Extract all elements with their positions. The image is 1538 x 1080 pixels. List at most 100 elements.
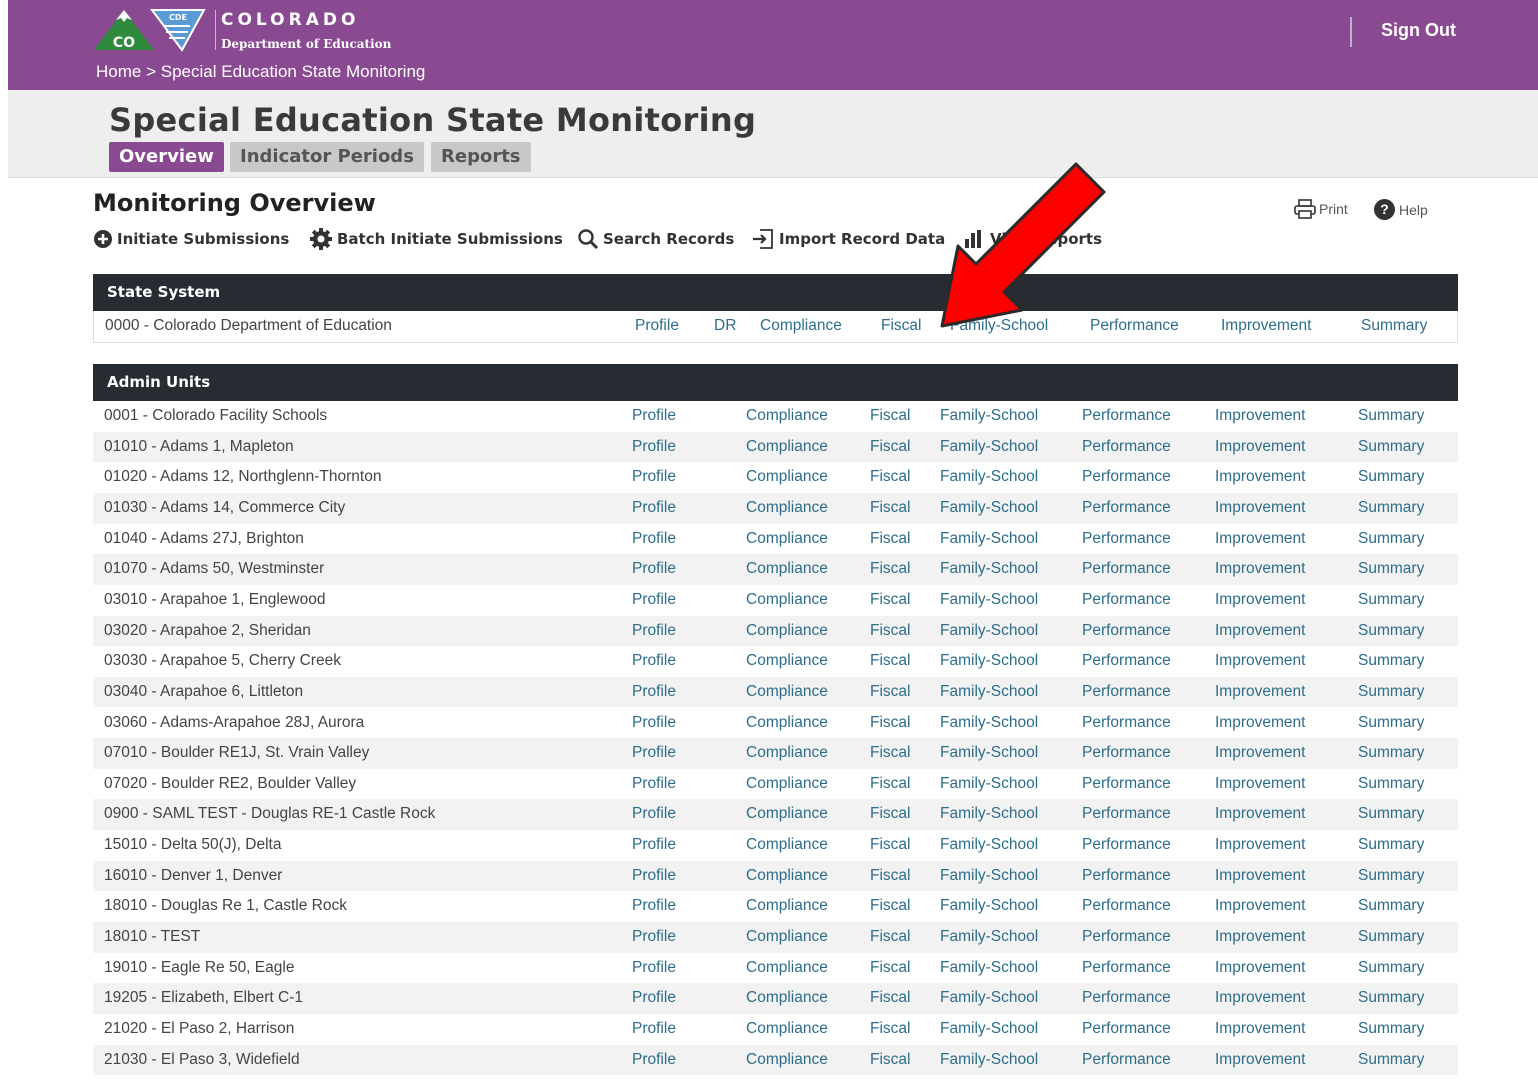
help-button[interactable]: ? Help xyxy=(1374,199,1428,220)
improvement-link[interactable]: Improvement xyxy=(1215,616,1305,647)
fiscal-link[interactable]: Fiscal xyxy=(870,493,910,524)
profile-link[interactable]: Profile xyxy=(632,891,676,922)
breadcrumb-current[interactable]: Special Education State Monitoring xyxy=(161,62,426,81)
performance-link[interactable]: Performance xyxy=(1082,708,1171,739)
performance-link[interactable]: Performance xyxy=(1082,953,1171,984)
compliance-link[interactable]: Compliance xyxy=(746,708,828,739)
compliance-link[interactable]: Compliance xyxy=(746,401,828,432)
improvement-link[interactable]: Improvement xyxy=(1215,1014,1305,1045)
profile-link[interactable]: Profile xyxy=(632,799,676,830)
summary-link[interactable]: Summary xyxy=(1358,554,1424,585)
performance-link[interactable]: Performance xyxy=(1082,677,1171,708)
family-school-link[interactable]: Family-School xyxy=(940,585,1038,616)
family-school-link[interactable]: Family-School xyxy=(940,493,1038,524)
state-improvement-link[interactable]: Improvement xyxy=(1221,317,1311,335)
performance-link[interactable]: Performance xyxy=(1082,524,1171,555)
summary-link[interactable]: Summary xyxy=(1358,1045,1424,1076)
state-summary-link[interactable]: Summary xyxy=(1361,317,1427,335)
compliance-link[interactable]: Compliance xyxy=(746,677,828,708)
compliance-link[interactable]: Compliance xyxy=(746,585,828,616)
summary-link[interactable]: Summary xyxy=(1358,432,1424,463)
improvement-link[interactable]: Improvement xyxy=(1215,708,1305,739)
summary-link[interactable]: Summary xyxy=(1358,983,1424,1014)
summary-link[interactable]: Summary xyxy=(1358,524,1424,555)
state-performance-link[interactable]: Performance xyxy=(1090,317,1179,335)
import-record-data-button[interactable]: Import Record Data xyxy=(751,228,945,250)
fiscal-link[interactable]: Fiscal xyxy=(870,922,910,953)
fiscal-link[interactable]: Fiscal xyxy=(870,769,910,800)
family-school-link[interactable]: Family-School xyxy=(940,1045,1038,1076)
improvement-link[interactable]: Improvement xyxy=(1215,861,1305,892)
compliance-link[interactable]: Compliance xyxy=(746,953,828,984)
summary-link[interactable]: Summary xyxy=(1358,585,1424,616)
fiscal-link[interactable]: Fiscal xyxy=(870,677,910,708)
compliance-link[interactable]: Compliance xyxy=(746,616,828,647)
summary-link[interactable]: Summary xyxy=(1358,401,1424,432)
performance-link[interactable]: Performance xyxy=(1082,493,1171,524)
state-fiscal-link[interactable]: Fiscal xyxy=(881,317,921,335)
state-compliance-link[interactable]: Compliance xyxy=(760,317,842,335)
performance-link[interactable]: Performance xyxy=(1082,401,1171,432)
improvement-link[interactable]: Improvement xyxy=(1215,677,1305,708)
summary-link[interactable]: Summary xyxy=(1358,493,1424,524)
improvement-link[interactable]: Improvement xyxy=(1215,738,1305,769)
profile-link[interactable]: Profile xyxy=(632,401,676,432)
tab-overview[interactable]: Overview xyxy=(109,142,224,172)
summary-link[interactable]: Summary xyxy=(1358,799,1424,830)
improvement-link[interactable]: Improvement xyxy=(1215,830,1305,861)
family-school-link[interactable]: Family-School xyxy=(940,616,1038,647)
improvement-link[interactable]: Improvement xyxy=(1215,524,1305,555)
family-school-link[interactable]: Family-School xyxy=(940,401,1038,432)
fiscal-link[interactable]: Fiscal xyxy=(870,983,910,1014)
improvement-link[interactable]: Improvement xyxy=(1215,983,1305,1014)
fiscal-link[interactable]: Fiscal xyxy=(870,1014,910,1045)
improvement-link[interactable]: Improvement xyxy=(1215,646,1305,677)
sign-out-link[interactable]: Sign Out xyxy=(1381,20,1456,41)
compliance-link[interactable]: Compliance xyxy=(746,554,828,585)
compliance-link[interactable]: Compliance xyxy=(746,462,828,493)
performance-link[interactable]: Performance xyxy=(1082,799,1171,830)
family-school-link[interactable]: Family-School xyxy=(940,769,1038,800)
family-school-link[interactable]: Family-School xyxy=(940,524,1038,555)
fiscal-link[interactable]: Fiscal xyxy=(870,616,910,647)
performance-link[interactable]: Performance xyxy=(1082,646,1171,677)
profile-link[interactable]: Profile xyxy=(632,769,676,800)
profile-link[interactable]: Profile xyxy=(632,922,676,953)
print-button[interactable]: Print xyxy=(1293,199,1348,219)
state-family-school-link[interactable]: Family-School xyxy=(950,317,1048,335)
profile-link[interactable]: Profile xyxy=(632,677,676,708)
performance-link[interactable]: Performance xyxy=(1082,738,1171,769)
profile-link[interactable]: Profile xyxy=(632,953,676,984)
improvement-link[interactable]: Improvement xyxy=(1215,799,1305,830)
improvement-link[interactable]: Improvement xyxy=(1215,554,1305,585)
profile-link[interactable]: Profile xyxy=(632,830,676,861)
family-school-link[interactable]: Family-School xyxy=(940,677,1038,708)
performance-link[interactable]: Performance xyxy=(1082,861,1171,892)
family-school-link[interactable]: Family-School xyxy=(940,432,1038,463)
fiscal-link[interactable]: Fiscal xyxy=(870,432,910,463)
summary-link[interactable]: Summary xyxy=(1358,953,1424,984)
search-records-button[interactable]: Search Records xyxy=(577,228,734,250)
improvement-link[interactable]: Improvement xyxy=(1215,432,1305,463)
profile-link[interactable]: Profile xyxy=(632,861,676,892)
performance-link[interactable]: Performance xyxy=(1082,554,1171,585)
compliance-link[interactable]: Compliance xyxy=(746,799,828,830)
family-school-link[interactable]: Family-School xyxy=(940,922,1038,953)
fiscal-link[interactable]: Fiscal xyxy=(870,401,910,432)
summary-link[interactable]: Summary xyxy=(1358,677,1424,708)
performance-link[interactable]: Performance xyxy=(1082,616,1171,647)
family-school-link[interactable]: Family-School xyxy=(940,983,1038,1014)
improvement-link[interactable]: Improvement xyxy=(1215,493,1305,524)
compliance-link[interactable]: Compliance xyxy=(746,922,828,953)
compliance-link[interactable]: Compliance xyxy=(746,432,828,463)
performance-link[interactable]: Performance xyxy=(1082,769,1171,800)
profile-link[interactable]: Profile xyxy=(632,462,676,493)
family-school-link[interactable]: Family-School xyxy=(940,708,1038,739)
performance-link[interactable]: Performance xyxy=(1082,585,1171,616)
family-school-link[interactable]: Family-School xyxy=(940,953,1038,984)
family-school-link[interactable]: Family-School xyxy=(940,861,1038,892)
summary-link[interactable]: Summary xyxy=(1358,891,1424,922)
tab-indicator-periods[interactable]: Indicator Periods xyxy=(230,142,424,172)
summary-link[interactable]: Summary xyxy=(1358,462,1424,493)
tab-reports[interactable]: Reports xyxy=(431,142,531,172)
